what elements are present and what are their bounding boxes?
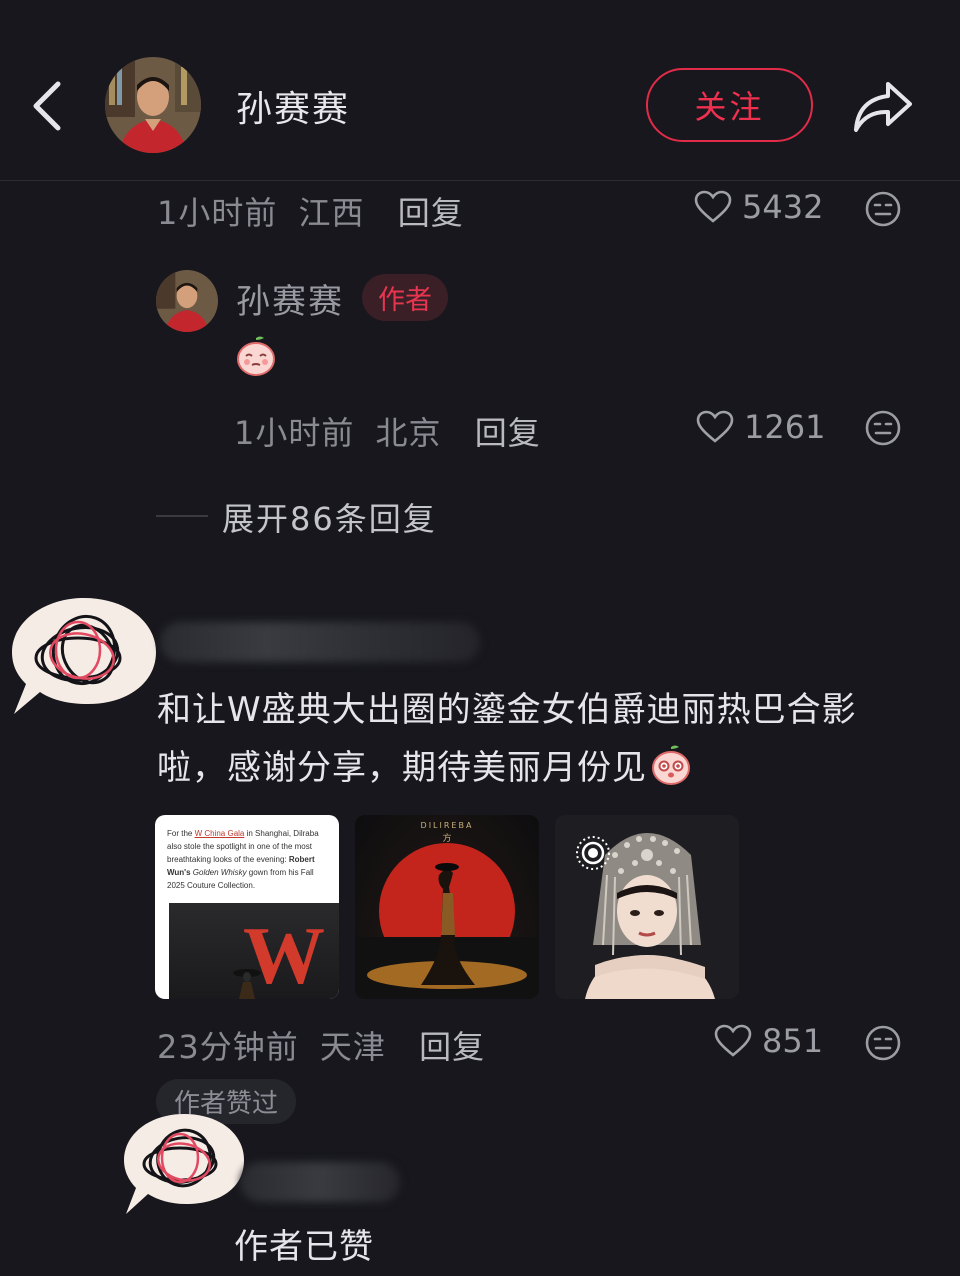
poster-art bbox=[355, 843, 539, 999]
caption-part: For the bbox=[167, 829, 195, 838]
like-button[interactable]: 851 bbox=[714, 1022, 823, 1060]
comment-text: 和让W盛典大出圈的鎏金女伯爵迪丽热巴合影 啦，感谢分享，期待美丽月份见 bbox=[157, 681, 937, 797]
comment-time: 1小时前 bbox=[157, 194, 278, 232]
caption-link: W China Gala bbox=[194, 829, 245, 838]
comment-image-1[interactable]: For the W China Gala in Shanghai, Dilrab… bbox=[155, 815, 339, 999]
divider bbox=[156, 515, 208, 517]
comment-location: 天津 bbox=[319, 1028, 386, 1066]
comment-meta: 23分钟前 天津 回复 bbox=[157, 1022, 485, 1068]
reply-button[interactable]: 回复 bbox=[419, 1028, 485, 1066]
reply-button[interactable]: 回复 bbox=[475, 414, 541, 452]
peach-emoji-icon bbox=[652, 745, 690, 785]
emoji-reaction-icon[interactable] bbox=[864, 190, 902, 228]
follow-button[interactable]: 关注 bbox=[646, 68, 813, 142]
reply-meta: 1小时前 北京 回复 bbox=[234, 408, 541, 454]
back-arrow-icon[interactable] bbox=[28, 78, 68, 134]
like-count: 851 bbox=[762, 1022, 824, 1060]
comment-text-line-content: 啦，感谢分享，期待美丽月份见 bbox=[157, 748, 647, 788]
reply-author-name[interactable]: 孙赛赛 bbox=[236, 274, 344, 323]
author-name[interactable]: 孙赛赛 bbox=[236, 80, 350, 132]
reply-location: 北京 bbox=[375, 414, 442, 452]
reply-button[interactable]: 回复 bbox=[398, 194, 464, 232]
comment-image-3[interactable] bbox=[555, 815, 739, 999]
share-icon[interactable] bbox=[852, 78, 914, 134]
heart-icon bbox=[714, 1024, 752, 1057]
comment-location: 江西 bbox=[298, 194, 365, 232]
caption-italic: Golden Whisky bbox=[192, 868, 247, 877]
comment-time: 23分钟前 bbox=[157, 1028, 299, 1066]
peach-emoji-sticker bbox=[237, 336, 275, 376]
commenter-avatar[interactable] bbox=[8, 592, 160, 720]
reply-time: 1小时前 bbox=[234, 414, 355, 452]
image-caption: For the W China Gala in Shanghai, Dilrab… bbox=[155, 815, 339, 892]
heart-icon bbox=[694, 190, 732, 223]
emoji-reaction-icon[interactable] bbox=[864, 1024, 902, 1062]
commenter-avatar[interactable] bbox=[118, 1108, 248, 1220]
figure-silhouette bbox=[233, 969, 261, 999]
like-button[interactable]: 1261 bbox=[696, 408, 825, 446]
author-badge: 作者 bbox=[362, 274, 448, 321]
author-avatar[interactable] bbox=[105, 57, 201, 153]
like-count: 5432 bbox=[742, 188, 824, 226]
comment-image-2[interactable]: DILIREBA 方 bbox=[355, 815, 539, 999]
comment-text: 作者已赞 bbox=[234, 1227, 374, 1267]
live-photo-icon bbox=[576, 836, 610, 870]
blurred-username bbox=[160, 622, 480, 662]
heart-icon bbox=[696, 410, 734, 443]
expand-replies-button[interactable]: 展开86条回复 bbox=[222, 494, 437, 540]
comment-text-line: 啦，感谢分享，期待美丽月份见 bbox=[157, 739, 937, 797]
comment-text-line: 和让W盛典大出圈的鎏金女伯爵迪丽热巴合影 bbox=[157, 690, 857, 730]
emoji-reaction-icon[interactable] bbox=[864, 409, 902, 447]
like-button[interactable]: 5432 bbox=[694, 188, 823, 226]
like-count: 1261 bbox=[744, 408, 826, 446]
blurred-username bbox=[240, 1162, 400, 1202]
comment-meta: 1小时前 江西 回复 bbox=[157, 188, 464, 234]
reply-author-avatar[interactable] bbox=[156, 270, 218, 332]
